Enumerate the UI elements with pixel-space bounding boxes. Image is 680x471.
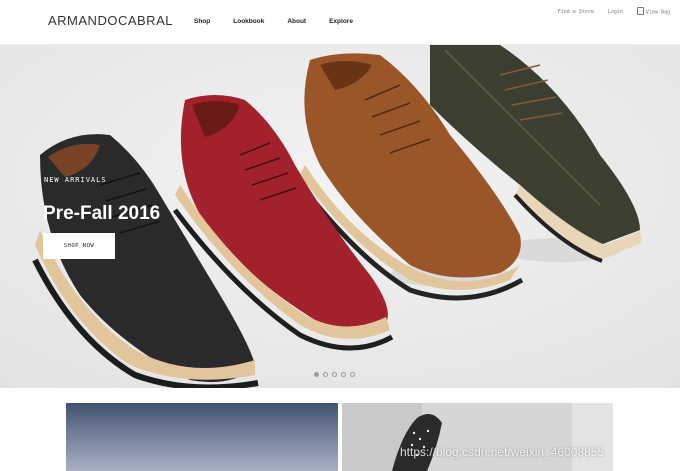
bag-icon [636, 7, 644, 15]
feature-tile-sneaker[interactable] [342, 403, 613, 471]
utility-links: Find a Store Login View Bag [558, 7, 670, 16]
brand-logo[interactable]: ARMANDOCABRAL [48, 13, 173, 28]
find-store-link[interactable]: Find a Store [558, 9, 594, 15]
hero-kicker: NEW ARRIVALS [44, 176, 107, 184]
sneaker-image [342, 403, 613, 471]
carousel-dot[interactable] [350, 372, 355, 377]
main-nav: Shop Lookbook About Explore [194, 18, 376, 25]
nav-lookbook[interactable]: Lookbook [233, 18, 264, 25]
login-link[interactable]: Login [608, 9, 623, 15]
hero-banner[interactable]: NEW ARRIVALS Pre-Fall 2016 SHOP NOW [0, 45, 680, 388]
nav-explore[interactable]: Explore [329, 18, 353, 25]
view-bag-label: View Bag [645, 9, 670, 16]
site-header: ARMANDOCABRAL Shop Lookbook About Explor… [0, 0, 680, 45]
carousel-dot[interactable] [314, 372, 319, 377]
view-bag-link[interactable]: View Bag [636, 7, 670, 16]
carousel-dot[interactable] [341, 372, 346, 377]
nav-shop[interactable]: Shop [194, 18, 210, 25]
nav-about[interactable]: About [287, 18, 306, 25]
carousel-dot[interactable] [332, 372, 337, 377]
hero-headline: Pre-Fall 2016 [43, 203, 161, 224]
shop-now-button[interactable]: SHOP NOW [43, 233, 115, 259]
feature-tile-sky[interactable] [66, 403, 338, 471]
carousel-dots [314, 372, 355, 377]
carousel-dot[interactable] [323, 372, 328, 377]
watermark-text: https://blog.csdn.net/weixin_46008855 [400, 445, 605, 459]
